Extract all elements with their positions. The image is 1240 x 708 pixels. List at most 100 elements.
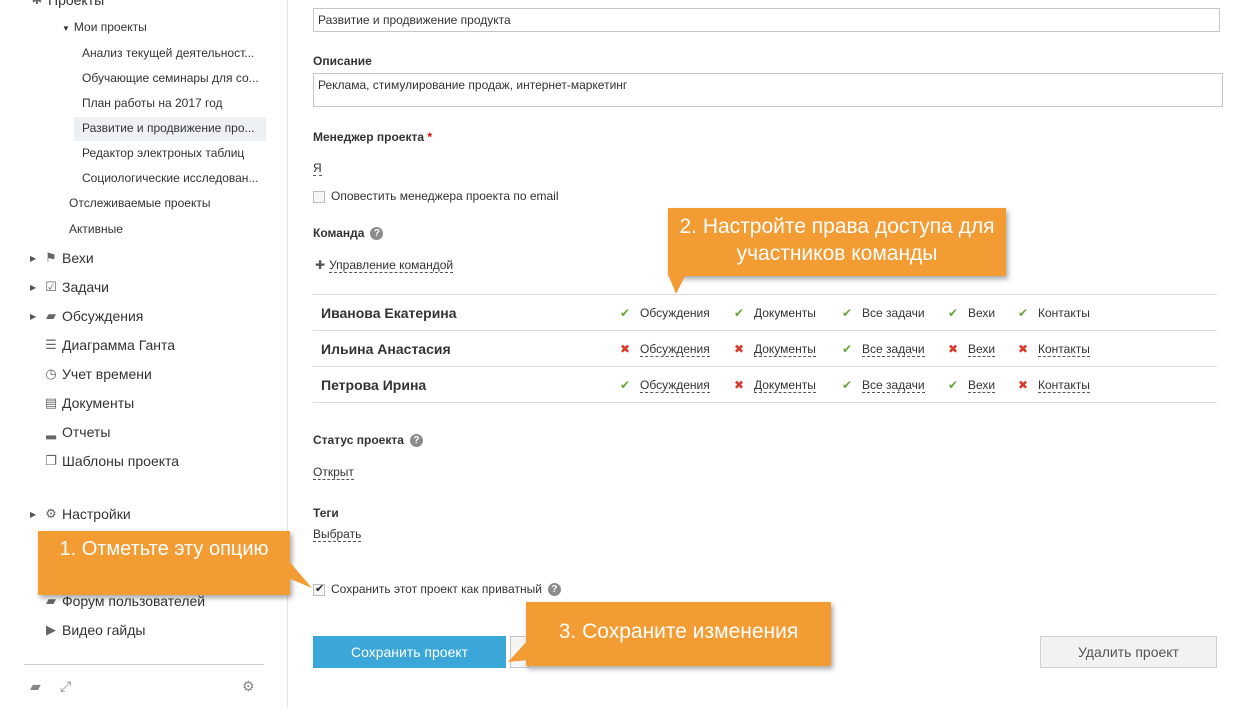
sidebar-item-time[interactable]: ◷ Учет времени (42, 366, 152, 382)
sidebar-item-followed[interactable]: Отслеживаемые проекты (69, 196, 210, 210)
team-table: Иванова Екатерина ✔ Обсуждения ✔ Документы… (313, 294, 1217, 403)
sidebar-item-gantt[interactable]: ☰ Диаграмма Ганта (42, 337, 175, 353)
sidebar-item-label: Форум пользователей (62, 593, 206, 609)
cross-icon: ✖ (948, 342, 959, 356)
project-link[interactable]: Социологические исследован... (82, 171, 258, 185)
perm-documents[interactable]: ✖ Документы (734, 342, 816, 357)
check-icon: ✔ (620, 378, 631, 392)
sidebar-item-label: Документы (62, 395, 135, 411)
template-icon: ❐ (45, 453, 57, 468)
notify-checkbox[interactable] (313, 190, 325, 203)
save-project-button[interactable]: Сохранить проект (313, 636, 506, 668)
description-textarea[interactable]: Реклама, стимулирование продаж, интернет… (313, 73, 1223, 107)
member-name: Иванова Екатерина (321, 305, 457, 321)
check-icon: ✔ (842, 378, 853, 392)
perm-milestones[interactable]: ✔ Вехи (948, 378, 996, 393)
callout-pointer-2 (668, 274, 686, 294)
perm-all-tasks[interactable]: ✔ Все задачи (842, 342, 925, 357)
team-row: Иванова Екатерина ✔ Обсуждения ✔ Документы… (313, 295, 1217, 331)
perm-discussions[interactable]: ✔ Обсуждения (620, 306, 710, 320)
perm-contacts[interactable]: ✖ Контакты (1018, 378, 1090, 393)
callout-pointer-1 (288, 560, 312, 588)
private-option[interactable]: Сохранить этот проект как приватный? (313, 582, 561, 597)
manage-team-link[interactable]: ✚ Управление командой (315, 258, 454, 273)
sidebar-item-tasks[interactable]: ▶ ☑ Задачи (30, 279, 109, 295)
perm-label[interactable]: Обсуждения (640, 378, 710, 393)
manager-select[interactable]: Я (313, 161, 322, 176)
perm-milestones[interactable]: ✔ Вехи (948, 306, 995, 320)
cross-icon: ✖ (734, 378, 745, 392)
sidebar-item-my-projects[interactable]: ▼ Мои проекты (62, 20, 147, 34)
document-icon: ▤ (44, 395, 58, 410)
perm-contacts[interactable]: ✖ Контакты (1018, 342, 1090, 357)
sidebar-item-label: Учет времени (62, 366, 152, 382)
notify-manager-option[interactable]: Оповестить менеджера проекта по email (313, 189, 559, 203)
callout-pointer-3 (508, 640, 528, 662)
perm-discussions[interactable]: ✖ Обсуждения (620, 342, 710, 357)
perm-all-tasks[interactable]: ✔ Все задачи (842, 306, 925, 320)
project-link[interactable]: Анализ текущей деятельност... (82, 46, 254, 60)
member-name: Ильина Анастасия (321, 341, 451, 357)
caret-right-icon: ▶ (30, 311, 37, 321)
perm-label[interactable]: Вехи (968, 342, 996, 357)
perm-label[interactable]: Документы (754, 342, 816, 357)
perm-label[interactable]: Все задачи (862, 378, 925, 393)
sidebar-item-label: Мои проекты (73, 20, 147, 34)
perm-contacts[interactable]: ✔ Контакты (1018, 306, 1090, 320)
perm-label[interactable]: Вехи (968, 378, 996, 393)
sidebar-item-projects[interactable]: ✱ Проекты (28, 0, 105, 8)
flag-icon: ⚑ (45, 250, 57, 265)
chat-icon[interactable]: ▰ (30, 678, 41, 695)
help-icon[interactable]: ? (547, 583, 561, 597)
delete-project-button[interactable]: Удалить проект (1040, 636, 1217, 668)
sidebar-item-label: Вехи (62, 250, 94, 266)
sidebar-item-forum[interactable]: ▰ Форум пользователей (42, 593, 205, 609)
sidebar-item-milestones[interactable]: ▶ ⚑ Вехи (30, 250, 94, 266)
manager-value[interactable]: Я (313, 161, 322, 176)
cross-icon: ✖ (1018, 342, 1029, 356)
status-value[interactable]: Открыт (313, 465, 354, 480)
video-icon: ▶ (46, 622, 56, 637)
callout-step-3: 3. Сохраните изменения (526, 602, 831, 666)
status-label: Статус проекта? (313, 433, 423, 448)
project-link-selected[interactable]: Развитие и продвижение про... (82, 121, 255, 135)
gear-icon[interactable]: ⚙ (242, 678, 255, 695)
perm-documents[interactable]: ✔ Документы (734, 306, 816, 320)
gantt-icon: ☰ (45, 337, 57, 352)
bar-chart-icon: ▂ (46, 424, 56, 439)
project-link[interactable]: Обучающие семинары для со... (82, 71, 259, 85)
perm-label[interactable]: Контакты (1038, 342, 1090, 357)
perm-documents[interactable]: ✖ Документы (734, 378, 816, 393)
project-title-input[interactable]: Развитие и продвижение продукта (313, 8, 1220, 32)
sidebar-item-video[interactable]: ▶ Видео гайды (42, 622, 145, 638)
perm-label[interactable]: Документы (754, 378, 816, 393)
expand-icon[interactable]: ⤢ (60, 678, 71, 695)
tags-select[interactable]: Выбрать (313, 527, 362, 542)
project-link[interactable]: План работы на 2017 год (82, 96, 223, 110)
caret-down-icon: ▼ (62, 24, 70, 33)
sidebar-item-templates[interactable]: ❐ Шаблоны проекта (42, 453, 179, 469)
status-select[interactable]: Открыт (313, 465, 354, 480)
tags-value[interactable]: Выбрать (313, 527, 362, 542)
sidebar-item-documents[interactable]: ▤ Документы (42, 395, 134, 411)
manage-team-label[interactable]: Управление командой (329, 258, 454, 273)
status-label-text: Статус проекта (313, 433, 404, 447)
help-icon[interactable]: ? (409, 434, 423, 448)
sidebar-item-settings[interactable]: ▶ ⚙ Настройки (30, 506, 131, 522)
perm-discussions[interactable]: ✔ Обсуждения (620, 378, 710, 393)
perm-label[interactable]: Все задачи (862, 342, 925, 357)
project-link[interactable]: Редактор электроных таблиц (82, 146, 244, 160)
notify-label: Оповестить менеджера проекта по email (331, 189, 559, 203)
manager-label-text: Менеджер проекта (313, 130, 425, 144)
plus-icon: ✚ (315, 258, 326, 272)
help-icon[interactable]: ? (370, 227, 384, 241)
perm-milestones[interactable]: ✖ Вехи (948, 342, 996, 357)
perm-label[interactable]: Контакты (1038, 378, 1090, 393)
sidebar-item-reports[interactable]: ▂ Отчеты (42, 424, 110, 440)
perm-label[interactable]: Обсуждения (640, 342, 710, 357)
sidebar-item-active[interactable]: Активные (69, 222, 123, 236)
projects-icon: ✱ (28, 0, 46, 8)
perm-all-tasks[interactable]: ✔ Все задачи (842, 378, 925, 393)
check-icon: ✔ (842, 306, 853, 320)
sidebar-item-discussions[interactable]: ▶ ▰ Обсуждения (30, 308, 143, 324)
